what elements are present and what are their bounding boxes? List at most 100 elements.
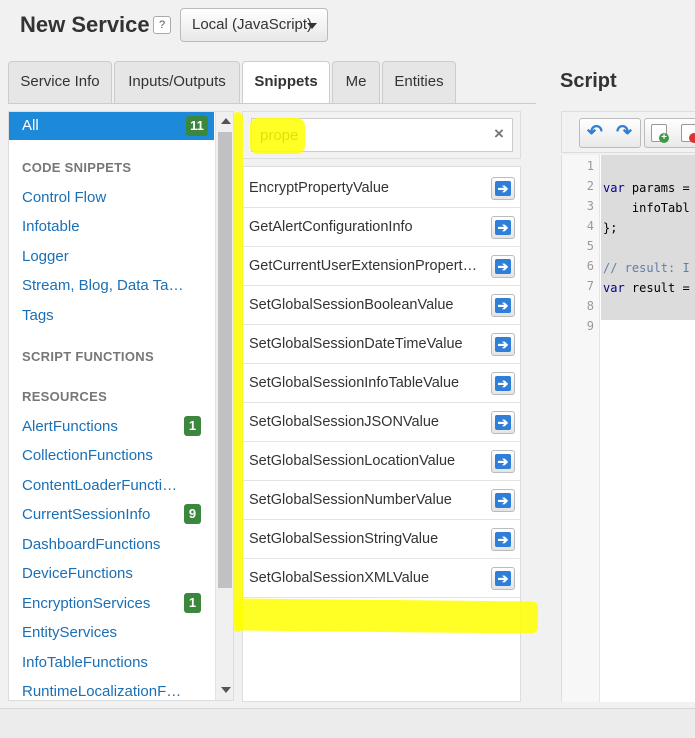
add-comment-icon[interactable]: + <box>651 124 669 143</box>
resource-encryption-services[interactable]: EncryptionServices <box>22 595 202 612</box>
category-infotable[interactable]: Infotable <box>22 218 202 235</box>
arrow-right-icon: ➔ <box>495 493 511 508</box>
arrow-right-icon: ➔ <box>495 181 511 196</box>
count-badge: 9 <box>184 504 201 524</box>
redo-icon[interactable]: ↷ <box>613 123 635 143</box>
resource-alert-functions[interactable]: AlertFunctions <box>22 418 202 435</box>
clear-search-icon[interactable]: × <box>490 125 508 143</box>
line-number-gutter: 1 2 3 4 5 6 7 8 9 <box>562 155 600 702</box>
resource-infotable-functions[interactable]: InfoTableFunctions <box>22 654 202 671</box>
scroll-down-icon[interactable] <box>221 687 231 693</box>
list-item[interactable]: SetGlobalSessionJSONValue ➔ <box>243 403 520 442</box>
resource-content-loader-functions[interactable]: ContentLoaderFuncti… <box>22 477 202 494</box>
list-item[interactable]: SetGlobalSessionDateTimeValue ➔ <box>243 325 520 364</box>
highlight-mark <box>250 118 305 154</box>
line-number: 7 <box>586 279 594 293</box>
language-select-value: Local (JavaScript) <box>192 16 313 33</box>
page-title: New Service <box>20 12 150 37</box>
resource-current-session-info[interactable]: CurrentSessionInfo <box>22 506 202 523</box>
list-item[interactable]: EncryptPropertyValue ➔ <box>243 169 520 208</box>
arrow-right-icon: ➔ <box>495 454 511 469</box>
count-badge: 1 <box>184 593 201 613</box>
arrow-right-icon: ➔ <box>495 337 511 352</box>
category-logger[interactable]: Logger <box>22 248 202 265</box>
selected-code-block <box>601 155 695 320</box>
scroll-thumb[interactable] <box>218 132 232 588</box>
script-toolbar: ↶ ↷ + <box>561 111 695 153</box>
arrow-right-icon: ➔ <box>495 532 511 547</box>
resource-dashboard-functions[interactable]: DashboardFunctions <box>22 536 202 553</box>
snippet-label: GetAlertConfigurationInfo <box>249 219 413 235</box>
insert-snippet-button[interactable]: ➔ <box>491 177 515 200</box>
highlight-mark <box>235 598 539 634</box>
insert-snippet-button[interactable]: ➔ <box>491 528 515 551</box>
section-heading-code-snippets: CODE SNIPPETS <box>22 160 132 175</box>
list-item[interactable]: SetGlobalSessionLocationValue ➔ <box>243 442 520 481</box>
tab-service-info[interactable]: Service Info <box>8 61 112 103</box>
list-item[interactable]: SetGlobalSessionBooleanValue ➔ <box>243 286 520 325</box>
arrow-right-icon: ➔ <box>495 220 511 235</box>
insert-snippet-button[interactable]: ➔ <box>491 450 515 473</box>
caret-down-icon <box>307 23 317 29</box>
arrow-right-icon: ➔ <box>495 415 511 430</box>
count-badge: 1 <box>184 416 201 436</box>
line-number: 1 <box>586 159 594 173</box>
insert-snippet-button[interactable]: ➔ <box>491 216 515 239</box>
arrow-right-icon: ➔ <box>495 571 511 586</box>
list-item[interactable]: GetCurrentUserExtensionPropert… ➔ <box>243 247 520 286</box>
line-number: 5 <box>586 239 594 253</box>
category-control-flow[interactable]: Control Flow <box>22 189 202 206</box>
resource-entity-services[interactable]: EntityServices <box>22 624 202 641</box>
tab-me[interactable]: Me <box>332 61 380 103</box>
insert-snippet-button[interactable]: ➔ <box>491 294 515 317</box>
resource-runtime-localization[interactable]: RuntimeLocalizationF… <box>22 683 202 700</box>
insert-snippet-button[interactable]: ➔ <box>491 567 515 590</box>
comment-group: + <box>644 118 695 148</box>
list-item[interactable]: SetGlobalSessionNumberValue ➔ <box>243 481 520 520</box>
category-tags[interactable]: Tags <box>22 307 202 324</box>
insert-snippet-button[interactable]: ➔ <box>491 489 515 512</box>
list-item[interactable]: GetAlertConfigurationInfo ➔ <box>243 208 520 247</box>
code-line: }; <box>603 221 618 235</box>
snippet-label: SetGlobalSessionJSONValue <box>249 414 439 430</box>
snippet-label: SetGlobalSessionStringValue <box>249 531 439 547</box>
code-line: var params = <box>603 181 690 195</box>
line-number: 4 <box>586 219 594 233</box>
insert-snippet-button[interactable]: ➔ <box>491 372 515 395</box>
tab-divider <box>8 103 536 104</box>
script-title: Script <box>560 70 617 92</box>
tab-entities[interactable]: Entities <box>382 61 456 103</box>
bottom-bar <box>0 708 695 738</box>
category-stream-blog[interactable]: Stream, Blog, Data Ta… <box>22 277 202 294</box>
list-item[interactable]: SetGlobalSessionXMLValue ➔ <box>243 559 520 598</box>
resource-collection-functions[interactable]: CollectionFunctions <box>22 447 202 464</box>
snippet-label: SetGlobalSessionDateTimeValue <box>249 336 463 352</box>
code-line: infoTabl <box>603 201 690 215</box>
list-item[interactable]: SetGlobalSessionInfoTableValue ➔ <box>243 364 520 403</box>
line-number: 3 <box>586 199 594 213</box>
snippet-label: SetGlobalSessionXMLValue <box>249 570 430 586</box>
snippet-label: SetGlobalSessionLocationValue <box>249 453 456 469</box>
insert-snippet-button[interactable]: ➔ <box>491 333 515 356</box>
insert-snippet-button[interactable]: ➔ <box>491 255 515 278</box>
language-select[interactable]: Local (JavaScript) <box>180 8 328 42</box>
undo-redo-group: ↶ ↷ <box>579 118 641 148</box>
scroll-up-icon[interactable] <box>221 118 231 124</box>
insert-snippet-button[interactable]: ➔ <box>491 411 515 434</box>
resource-device-functions[interactable]: DeviceFunctions <box>22 565 202 582</box>
script-editor[interactable]: 1 2 3 4 5 6 7 8 9 var params = infoTabl … <box>561 155 695 702</box>
snippet-label: SetGlobalSessionInfoTableValue <box>249 375 460 391</box>
snippet-label: EncryptPropertyValue <box>249 180 389 196</box>
snippet-category-list: All 11 CODE SNIPPETS Control Flow Infota… <box>8 111 234 701</box>
category-all[interactable]: All 11 <box>9 112 214 140</box>
tab-inputs-outputs[interactable]: Inputs/Outputs <box>114 61 240 103</box>
snippet-label: SetGlobalSessionBooleanValue <box>249 297 454 313</box>
undo-icon[interactable]: ↶ <box>584 123 606 143</box>
section-heading-resources[interactable]: RESOURCES <box>22 389 107 404</box>
category-scrollbar[interactable] <box>215 112 233 700</box>
list-item[interactable]: SetGlobalSessionStringValue ➔ <box>243 520 520 559</box>
section-heading-script-functions[interactable]: SCRIPT FUNCTIONS <box>22 349 154 364</box>
remove-comment-icon[interactable] <box>681 124 695 143</box>
tab-snippets[interactable]: Snippets <box>242 61 330 104</box>
help-icon[interactable]: ? <box>153 16 171 34</box>
